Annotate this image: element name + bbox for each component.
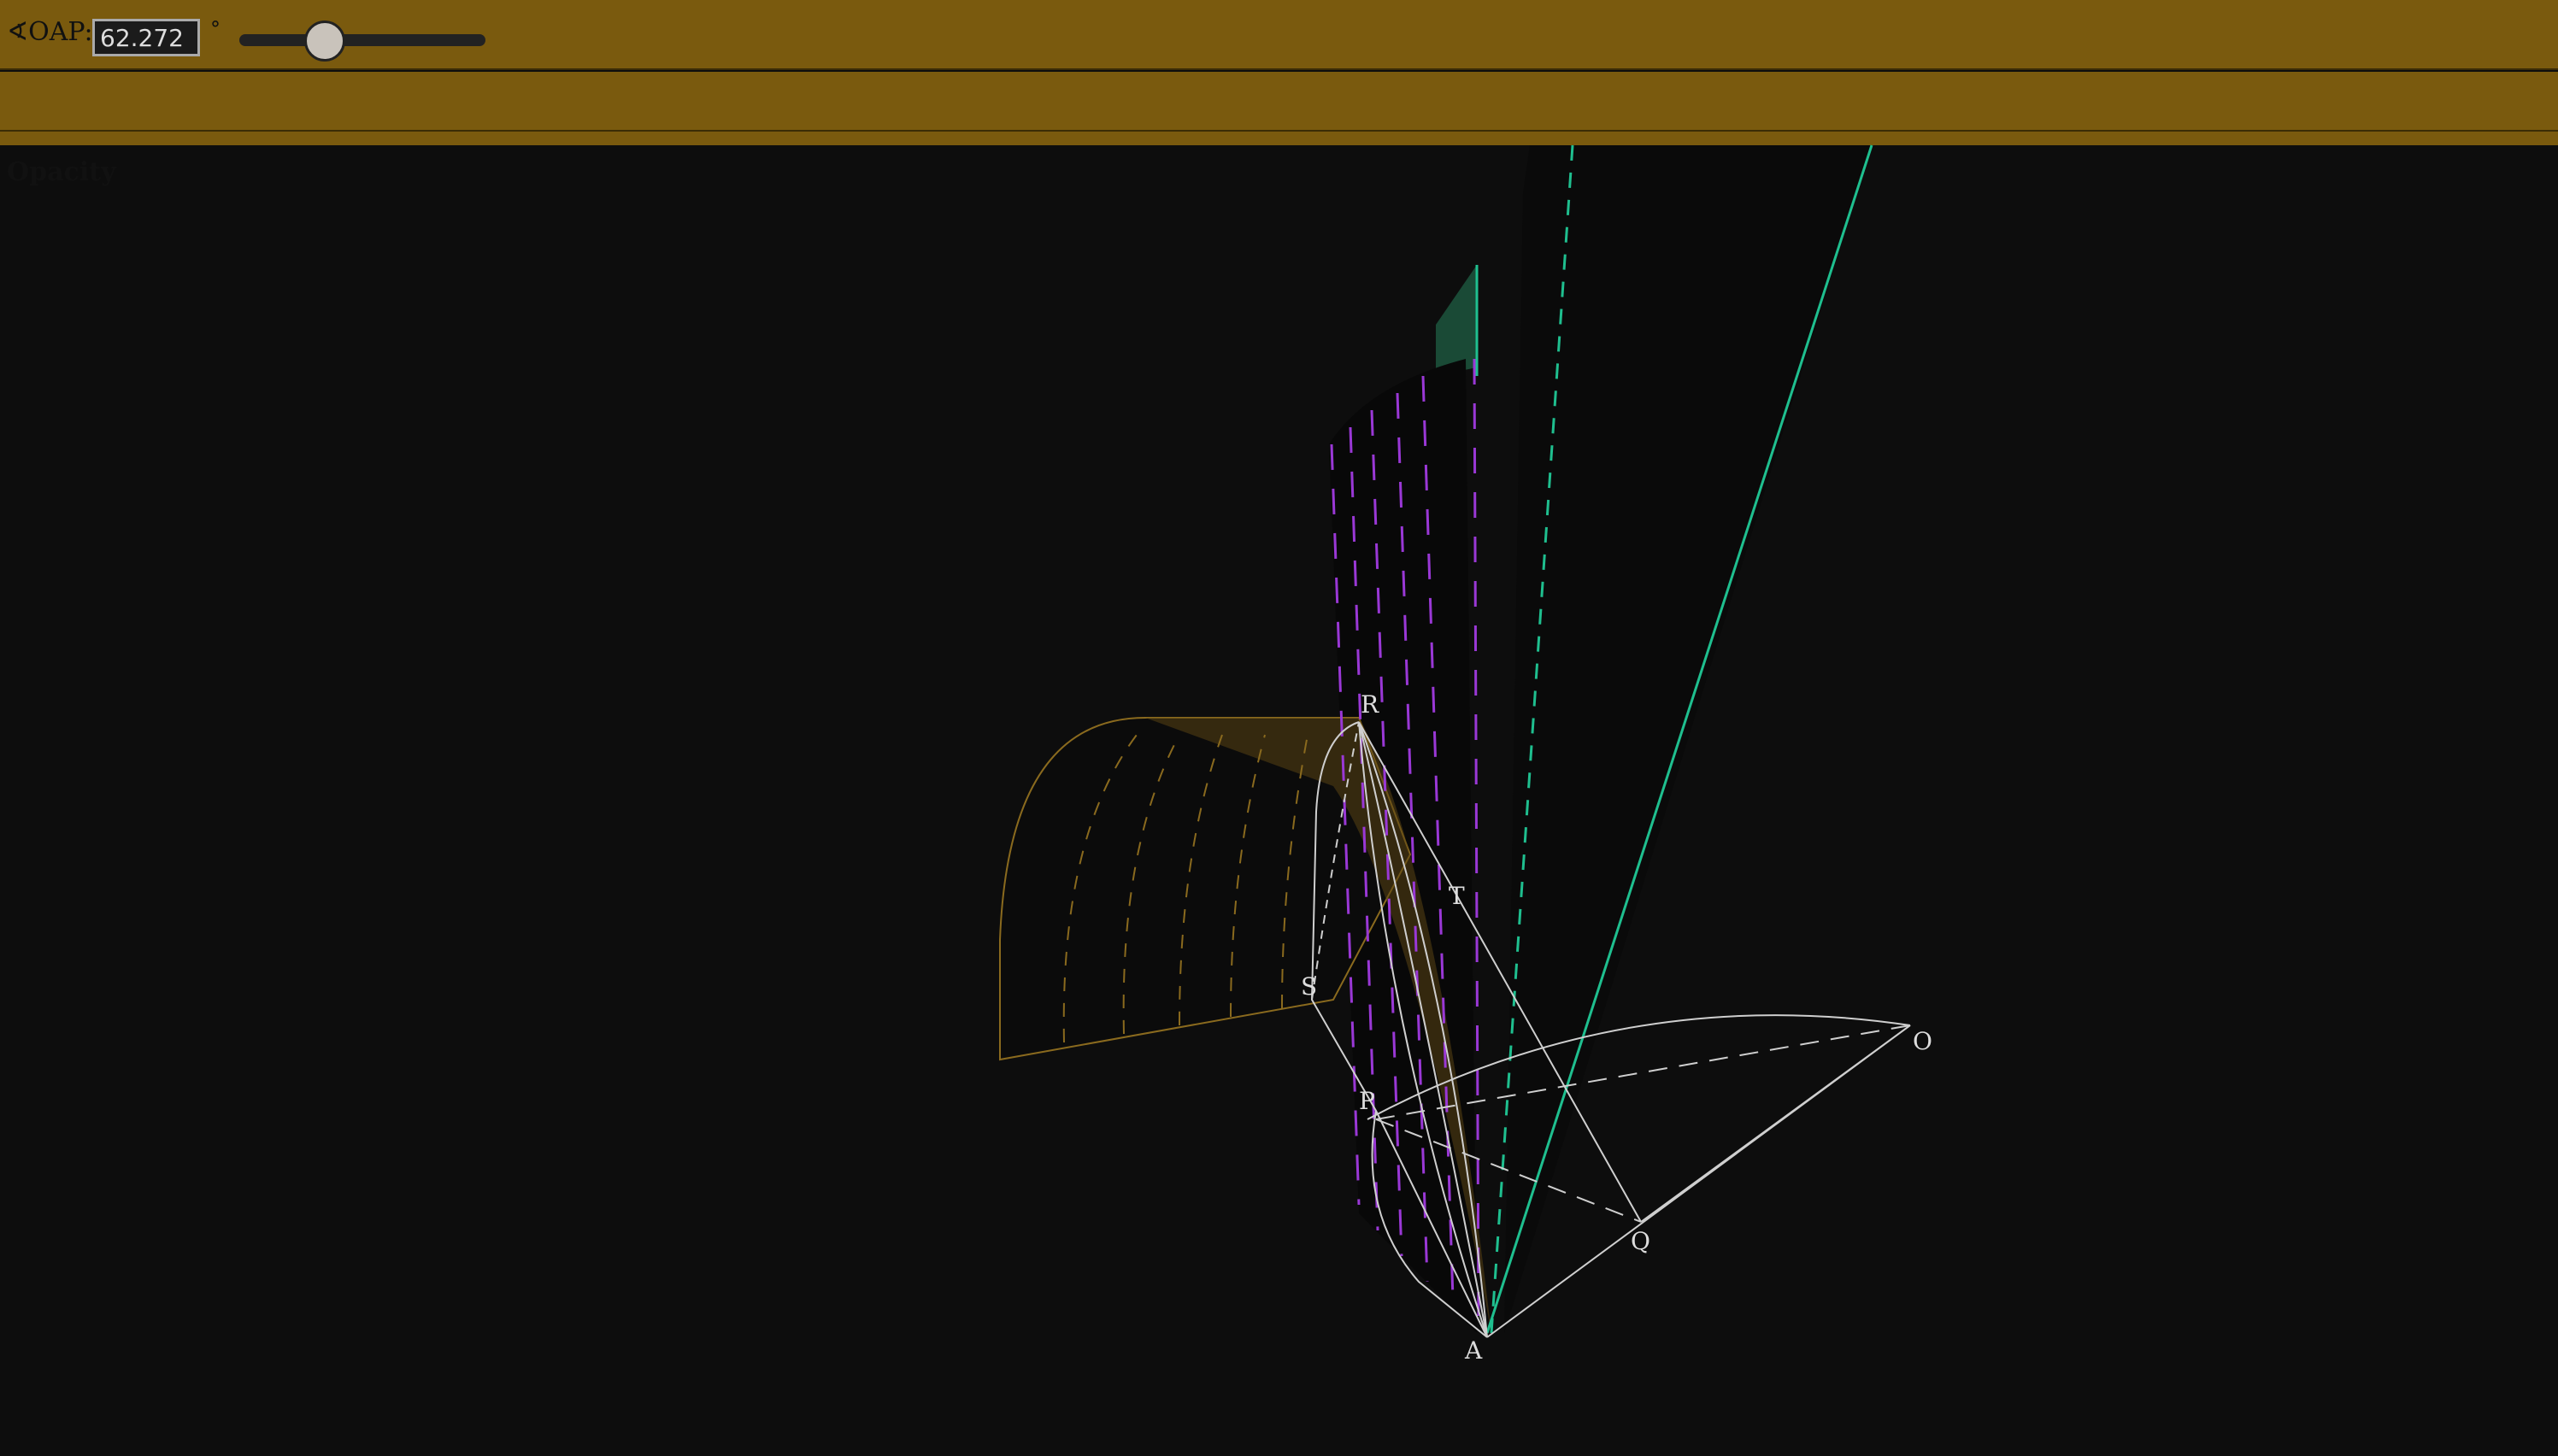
point-label-A: A — [1464, 1336, 1483, 1365]
green-face — [1436, 265, 1477, 376]
point-label-T: T — [1449, 882, 1465, 910]
point-label-O: O — [1913, 1027, 1932, 1055]
geometry-canvas[interactable]: R T S P O Q A — [0, 0, 2558, 1456]
point-label-S: S — [1301, 972, 1317, 1001]
point-label-R: R — [1361, 690, 1379, 719]
point-label-P: P — [1359, 1087, 1375, 1115]
point-label-Q: Q — [1631, 1227, 1650, 1255]
